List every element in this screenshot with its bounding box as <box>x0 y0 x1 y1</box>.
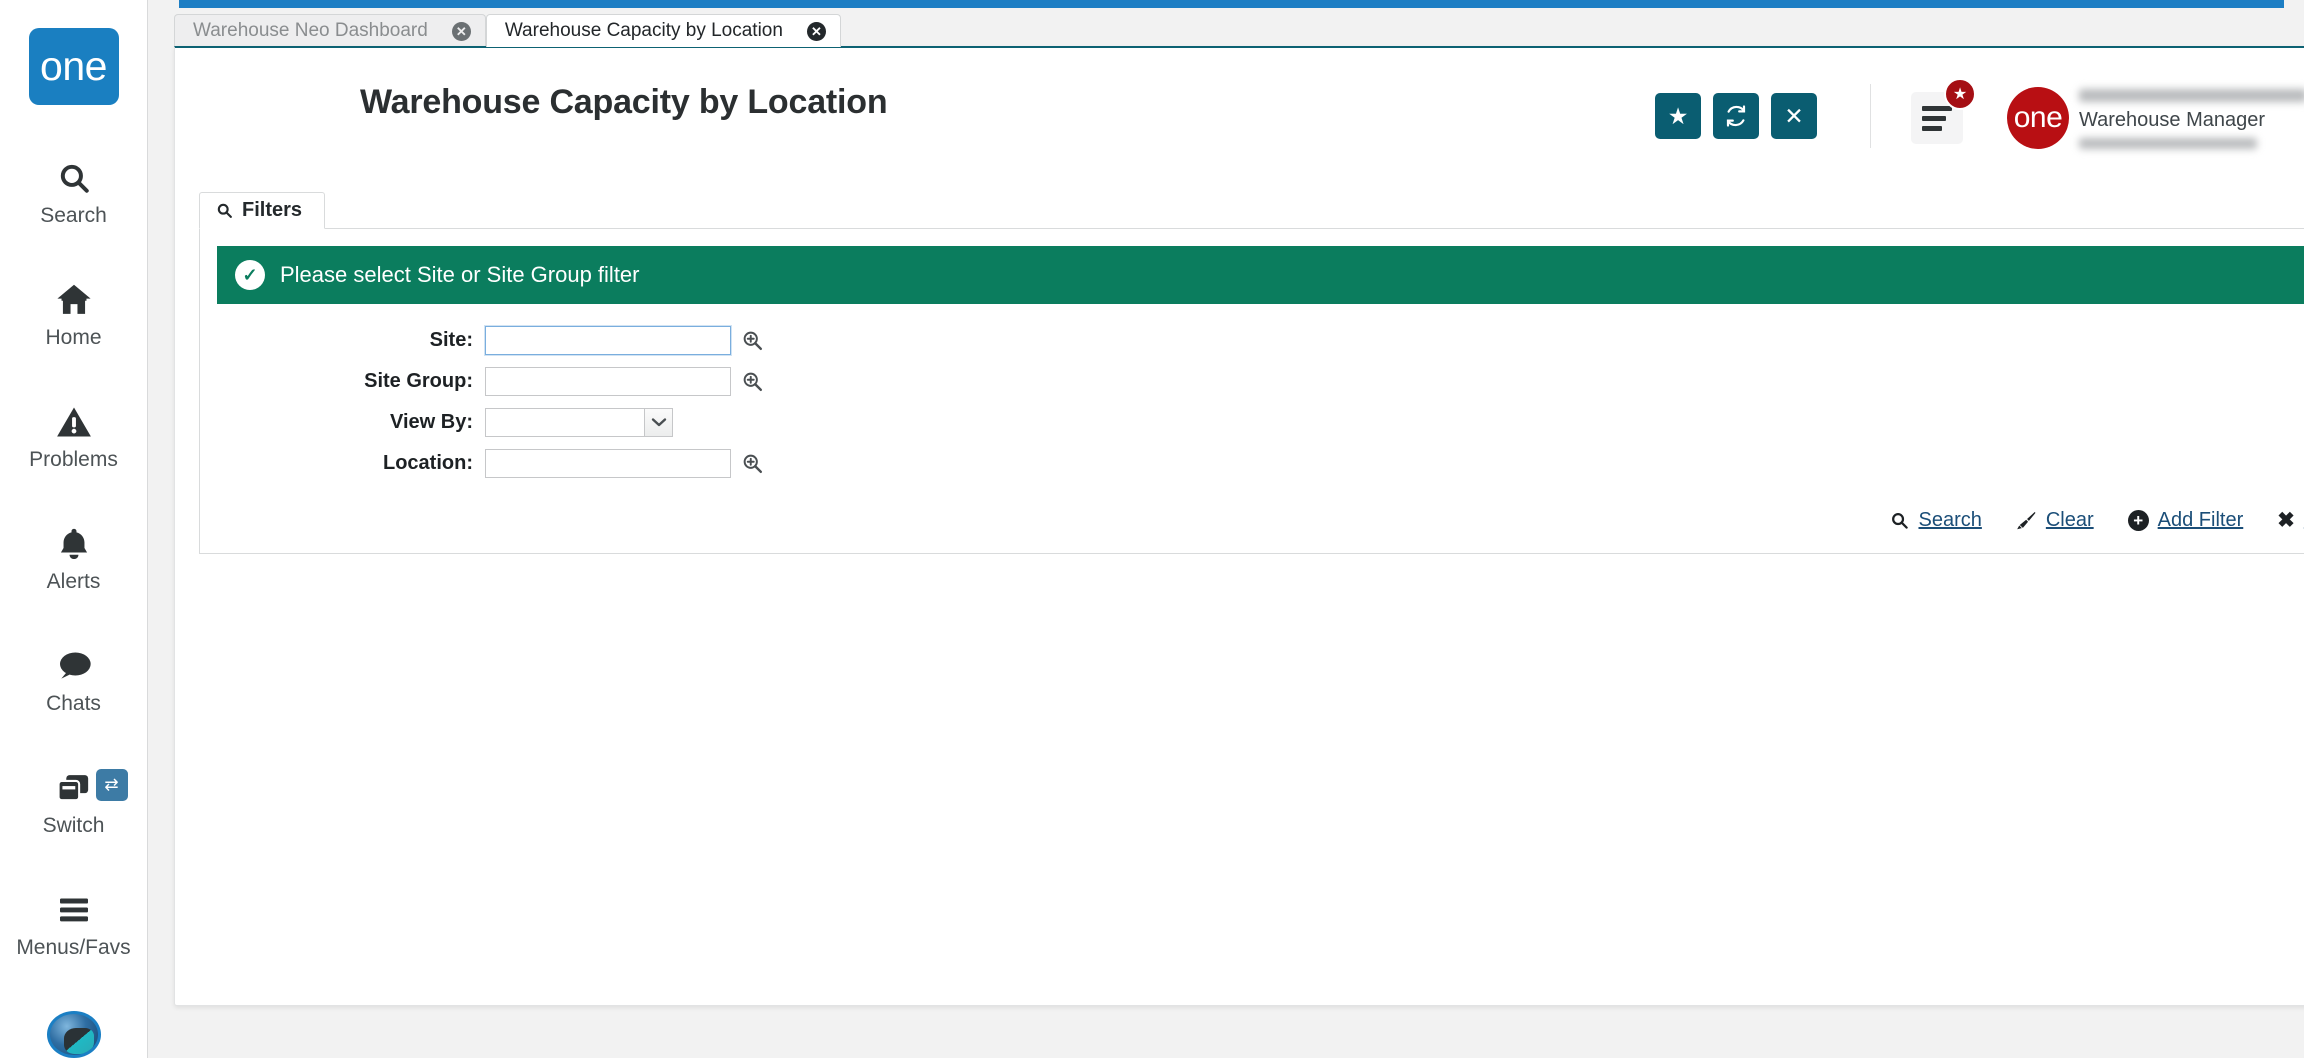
bell-icon <box>0 521 148 567</box>
form-row-site: Site: <box>217 322 2304 358</box>
filters-body: ✓ Please select Site or Site Group filte… <box>199 229 2304 554</box>
magnifier-plus-icon[interactable] <box>741 329 763 351</box>
search-icon <box>0 155 148 201</box>
user-role-label: Warehouse Manager <box>2079 109 2266 131</box>
tab-filters[interactable]: Filters <box>199 192 326 229</box>
clear-link[interactable]: Clear <box>2016 509 2094 532</box>
site-input[interactable] <box>485 325 731 355</box>
tab-label: Warehouse Neo Dashboard <box>193 20 428 41</box>
browser-tabstrip: Warehouse Neo Dashboard ✕ Warehouse Capa… <box>148 13 841 47</box>
view-by-label: View By: <box>390 410 473 433</box>
add-filter-link[interactable]: + Add Filter <box>2127 509 2244 532</box>
close-circle-icon[interactable]: ✕ <box>806 21 826 41</box>
site-group-input[interactable] <box>485 366 731 396</box>
avatar-logo-text: one <box>2013 101 2063 134</box>
hamburger-icon <box>0 887 148 933</box>
filters-actions: Search Clear + Add Filter ✖ <box>217 486 2304 553</box>
tab-warehouse-neo-dashboard[interactable]: Warehouse Neo Dashboard ✕ <box>174 14 486 47</box>
close-circle-icon[interactable]: ✕ <box>451 21 471 41</box>
search-icon <box>1890 511 1909 530</box>
site-group-label: Site Group: <box>364 369 473 392</box>
magnifier-plus-icon[interactable] <box>741 370 763 392</box>
header-divider <box>1870 84 1871 148</box>
sidebar-item-label: Search <box>40 203 107 227</box>
close-link[interactable]: ✖ Close <box>2277 508 2304 533</box>
top-accent-bar <box>179 0 2284 8</box>
star-icon: ★ <box>1667 102 1689 129</box>
main-area: Warehouse Neo Dashboard ✕ Warehouse Capa… <box>148 0 2304 1058</box>
magnifier-plus-icon[interactable] <box>741 452 763 474</box>
avatar: one <box>2007 87 2069 149</box>
sidebar-item-chats[interactable]: Chats <box>0 643 148 715</box>
sidebar-item-label: Problems <box>29 447 118 471</box>
filters-form: Site: Site Group: View By: Location: <box>217 304 2304 481</box>
search-link-label: Search <box>1918 509 1982 531</box>
page-shell: Warehouse Capacity by Location ★ ✕ ★ one… <box>174 46 2304 1006</box>
sidebar-item-problems[interactable]: Problems <box>0 399 148 471</box>
user-org-redacted <box>2079 138 2257 149</box>
favorite-button[interactable]: ★ <box>1655 93 1701 139</box>
exchange-arrows-icon[interactable]: ⇄ <box>95 769 128 801</box>
plus-circle-icon: + <box>2127 510 2149 531</box>
search-link[interactable]: Search <box>1890 509 1982 532</box>
location-input[interactable] <box>485 448 731 478</box>
warning-triangle-icon <box>0 399 148 445</box>
sidebar-item-label: Menus/Favs <box>16 936 131 960</box>
form-row-view-by: View By: <box>217 404 2304 440</box>
page-header-actions: ★ ✕ <box>1655 93 1817 139</box>
add-filter-link-label: Add Filter <box>2157 509 2244 531</box>
sidebar-item-label: Home <box>45 325 102 349</box>
sidebar-item-switch[interactable]: ⇄ Switch <box>0 765 148 837</box>
filters-card: Filters ✓ Please select Site or Site Gro… <box>199 192 2304 554</box>
sidebar-item-alerts[interactable]: Alerts <box>0 521 148 593</box>
site-label: Site: <box>429 328 473 351</box>
user-name-redacted <box>2079 89 2304 102</box>
tab-label: Warehouse Capacity by Location <box>504 20 783 41</box>
location-label: Location: <box>383 451 473 474</box>
broom-icon <box>2016 511 2037 530</box>
close-x-icon: ✖ <box>2277 509 2295 532</box>
chevron-down-icon[interactable] <box>644 408 672 436</box>
refresh-icon <box>1724 104 1748 128</box>
sidebar-item-home[interactable]: Home <box>0 277 148 349</box>
chat-bubble-icon <box>0 643 148 689</box>
sidebar-item-label: Chats <box>46 691 101 715</box>
user-profile-menu[interactable]: one Warehouse Manager <box>2007 80 2304 156</box>
search-icon <box>216 202 233 219</box>
switch-windows-icon: ⇄ <box>0 765 148 811</box>
sidebar-item-search[interactable]: Search <box>0 155 148 227</box>
status-banner-message: Please select Site or Site Group filter <box>280 262 640 287</box>
form-row-location: Location: <box>217 445 2304 481</box>
sidebar-item-menus-favs[interactable]: Menus/Favs <box>0 887 148 959</box>
page-title: Warehouse Capacity by Location <box>360 82 888 121</box>
app-logo-text: one <box>40 42 107 89</box>
user-avatar-orb[interactable] <box>46 1011 101 1058</box>
application-root: one Search Home Problems Alerts Chats ⇄ … <box>0 0 2304 1058</box>
check-circle-icon: ✓ <box>235 260 265 290</box>
left-sidebar: one Search Home Problems Alerts Chats ⇄ … <box>0 0 148 1058</box>
close-x-icon: ✕ <box>1784 102 1804 129</box>
page-header: Warehouse Capacity by Location ★ ✕ ★ one… <box>175 48 2304 156</box>
close-page-button[interactable]: ✕ <box>1771 93 1817 139</box>
tab-filters-label: Filters <box>242 199 303 221</box>
refresh-button[interactable] <box>1713 93 1759 139</box>
tab-warehouse-capacity-by-location[interactable]: Warehouse Capacity by Location ✕ <box>485 14 841 47</box>
star-badge-icon[interactable]: ★ <box>1944 78 1976 110</box>
sidebar-item-label: Switch <box>42 814 105 837</box>
user-info: Warehouse Manager <box>2079 83 2304 153</box>
clear-link-label: Clear <box>2045 509 2094 531</box>
filters-tabrow: Filters <box>199 192 2304 229</box>
status-banner: ✓ Please select Site or Site Group filte… <box>217 246 2304 304</box>
app-logo[interactable]: one <box>28 28 119 105</box>
home-icon <box>0 277 148 323</box>
view-by-select[interactable] <box>485 407 673 437</box>
form-row-site-group: Site Group: <box>217 363 2304 399</box>
sidebar-item-label: Alerts <box>46 569 101 593</box>
hamburger-menu-icon <box>1922 105 1952 131</box>
